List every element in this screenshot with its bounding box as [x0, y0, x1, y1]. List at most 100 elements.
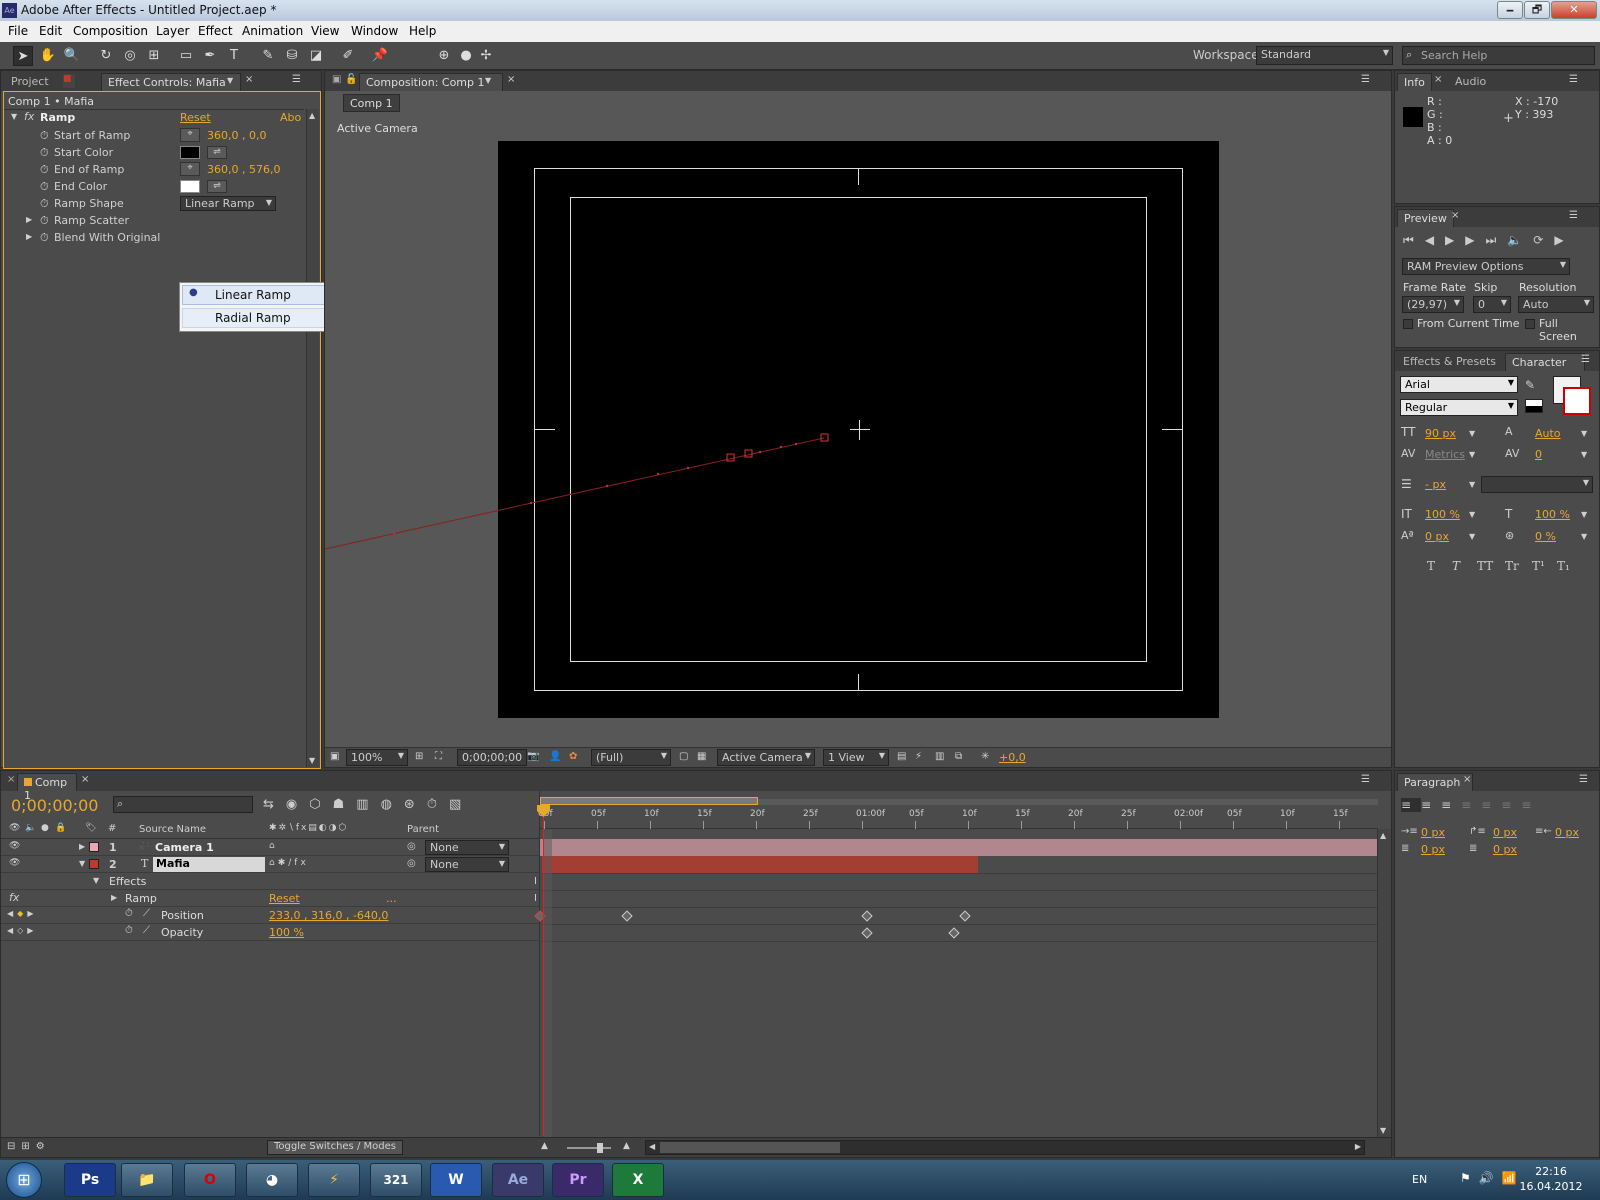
puppet-pin-tool-icon[interactable]: 📌: [370, 46, 390, 66]
horizontal-scale-value[interactable]: 100 %: [1535, 508, 1570, 521]
pen-tool-icon[interactable]: ✒: [200, 46, 220, 66]
keyframe-navigator-icon[interactable]: ◀◇▶: [7, 926, 37, 935]
taskbar-after-effects[interactable]: Ae: [492, 1163, 544, 1197]
color-channels-icon[interactable]: ✿: [569, 751, 577, 762]
graph-editor-icon[interactable]: ▧: [449, 797, 473, 812]
opacity-value[interactable]: 100 %: [269, 926, 304, 939]
pickwhip-icon[interactable]: ◎: [407, 841, 416, 852]
layer-label-color[interactable]: [89, 842, 99, 852]
minimize-button[interactable]: 🗕: [1497, 1, 1523, 19]
skip-dropdown[interactable]: 0 ▼: [1473, 296, 1511, 313]
stopwatch-icon[interactable]: ⏱: [40, 163, 49, 177]
last-frame-icon[interactable]: ⏭: [1486, 233, 1508, 247]
menu-file[interactable]: File: [8, 24, 28, 38]
language-indicator[interactable]: EN: [1412, 1173, 1427, 1186]
menu-layer[interactable]: Layer: [156, 24, 189, 38]
taskbar-media-player[interactable]: 321: [370, 1163, 422, 1197]
position-value[interactable]: 233,0 , 316,0 , -640,0: [269, 909, 388, 922]
pan-behind-tool-icon[interactable]: ⊞: [144, 46, 164, 66]
full-screen-checkbox[interactable]: [1525, 319, 1535, 329]
taskbar-chrome[interactable]: ◕: [246, 1163, 298, 1197]
taskbar-premiere[interactable]: Pr: [552, 1163, 604, 1197]
vertical-scale-value[interactable]: 100 %: [1425, 508, 1460, 521]
font-size-value[interactable]: 90 px: [1425, 427, 1456, 440]
time-graph[interactable]: 00f05f10f15f20f25f01:00f05f10f15f20f25f0…: [534, 791, 1378, 1139]
eraser-tool-icon[interactable]: ◪: [306, 46, 326, 66]
mask-visibility-icon[interactable]: ⛶: [435, 751, 442, 762]
ramp-reset-link[interactable]: Reset: [269, 892, 300, 905]
menu-effect[interactable]: Effect: [198, 24, 233, 38]
chevron-down-icon[interactable]: ▼: [1581, 429, 1587, 438]
crosshair-icon[interactable]: ⌖: [180, 162, 200, 176]
scroll-down-icon[interactable]: ▼: [309, 756, 315, 765]
exposure-value[interactable]: +0,0: [999, 751, 1026, 764]
graph-icon[interactable]: ⟋: [143, 908, 150, 919]
menu-animation[interactable]: Animation: [242, 24, 303, 38]
camera-orbit-tool-icon[interactable]: ◎: [120, 46, 140, 66]
stopwatch-icon[interactable]: ⏱: [125, 908, 133, 919]
prop-value[interactable]: 360,0 , 0,0: [207, 129, 266, 142]
justify-center-icon[interactable]: ≡: [1481, 798, 1501, 812]
tab-effect-controls[interactable]: Effect Controls: Mafia: [101, 73, 241, 91]
indent-right-value[interactable]: 0 px: [1555, 826, 1579, 839]
stroke-style-dropdown[interactable]: ▼: [1481, 476, 1593, 493]
fx-icon[interactable]: fx: [9, 891, 19, 904]
timeline-icon[interactable]: ▥: [935, 751, 944, 762]
layer-row-mafia[interactable]: 👁 ▼ 2 T Mafia ⌂✱∕fx ◎ None ▼: [1, 856, 539, 873]
type-tool-icon[interactable]: T: [224, 46, 244, 66]
workspace-dropdown[interactable]: Standard ▼: [1256, 46, 1393, 65]
auto-keyframe-icon[interactable]: ⏱: [427, 797, 449, 812]
zoom-slider[interactable]: [567, 1147, 611, 1149]
play-icon[interactable]: ▶: [1445, 233, 1465, 247]
stroke-width-value[interactable]: - px: [1425, 478, 1446, 491]
zoom-out-icon[interactable]: ▲: [541, 1141, 548, 1151]
views-layout-dropdown[interactable]: 1 View ▼: [823, 749, 889, 766]
next-frame-icon[interactable]: ▶: [1465, 233, 1485, 247]
justify-all-icon[interactable]: ≡: [1521, 798, 1541, 812]
close-tab-icon[interactable]: ×: [245, 74, 253, 85]
motion-blur-icon[interactable]: ◍: [381, 797, 404, 812]
eyedropper-icon[interactable]: ✎: [1525, 378, 1535, 392]
camera-layer-bar[interactable]: [540, 839, 1378, 856]
ramp-options-link[interactable]: ...: [386, 892, 397, 905]
time-ruler[interactable]: 00f05f10f15f20f25f01:00f05f10f15f20f25f0…: [538, 807, 1378, 829]
justify-left-icon[interactable]: ≡: [1461, 798, 1481, 812]
taskbar-explorer[interactable]: 📁: [121, 1163, 173, 1197]
hscroll-thumb[interactable]: [660, 1142, 840, 1153]
eye-icon[interactable]: 👁: [9, 858, 20, 868]
menu-window[interactable]: Window: [351, 24, 398, 38]
align-left-icon[interactable]: ≡: [1401, 798, 1422, 812]
view-axis-icon[interactable]: ✢: [476, 46, 496, 66]
layer-row-camera[interactable]: 👁 ▶ 1 🎥 Camera 1 ⌂ ◎ None ▼: [1, 839, 539, 856]
justify-right-icon[interactable]: ≡: [1501, 798, 1521, 812]
eyedropper-icon[interactable]: ⇌: [207, 180, 227, 193]
comp-mini-flowchart-icon[interactable]: ⇆: [263, 797, 286, 812]
tab-project[interactable]: Project: [5, 73, 55, 91]
align-center-icon[interactable]: ≡: [1421, 798, 1441, 812]
clone-stamp-tool-icon[interactable]: ⛁: [282, 46, 302, 66]
brush-tool-icon[interactable]: ✎: [258, 46, 278, 66]
frame-rate-dropdown[interactable]: (29,97) ▼: [1402, 296, 1464, 313]
tab-preview[interactable]: Preview: [1397, 209, 1454, 227]
view-dropdown[interactable]: Active Camera ▼: [717, 749, 815, 766]
panel-menu-icon[interactable]: ☰: [1569, 210, 1578, 221]
panel-menu-icon[interactable]: ☰: [1579, 774, 1588, 785]
hand-tool-icon[interactable]: ✋: [38, 46, 58, 66]
stopwatch-icon[interactable]: ⏱: [125, 925, 133, 936]
start-button[interactable]: ⊞: [6, 1162, 42, 1198]
timeline-vscroll[interactable]: ▲ ▼: [1377, 829, 1391, 1137]
timeline-hscroll[interactable]: ◀ ▶: [645, 1140, 1365, 1155]
space-after-value[interactable]: 0 px: [1493, 843, 1517, 856]
indent-left-value[interactable]: 0 px: [1421, 826, 1445, 839]
stopwatch-icon[interactable]: ⏱: [40, 146, 49, 160]
chevron-down-icon[interactable]: ▼: [1469, 480, 1475, 489]
close-tab-icon[interactable]: ×: [1451, 210, 1459, 221]
clock[interactable]: 22:16 16.04.2012: [1516, 1164, 1586, 1194]
baseline-shift-value[interactable]: 0 px: [1425, 530, 1449, 543]
show-snapshot-icon[interactable]: 👤: [549, 751, 561, 762]
parent-dropdown[interactable]: None ▼: [425, 840, 509, 855]
tab-character[interactable]: Character: [1505, 353, 1585, 371]
tab-info[interactable]: Info: [1397, 73, 1432, 91]
kerning-value[interactable]: Metrics: [1425, 448, 1465, 461]
keyframe-navigator-icon[interactable]: ◀◆▶: [7, 909, 37, 918]
